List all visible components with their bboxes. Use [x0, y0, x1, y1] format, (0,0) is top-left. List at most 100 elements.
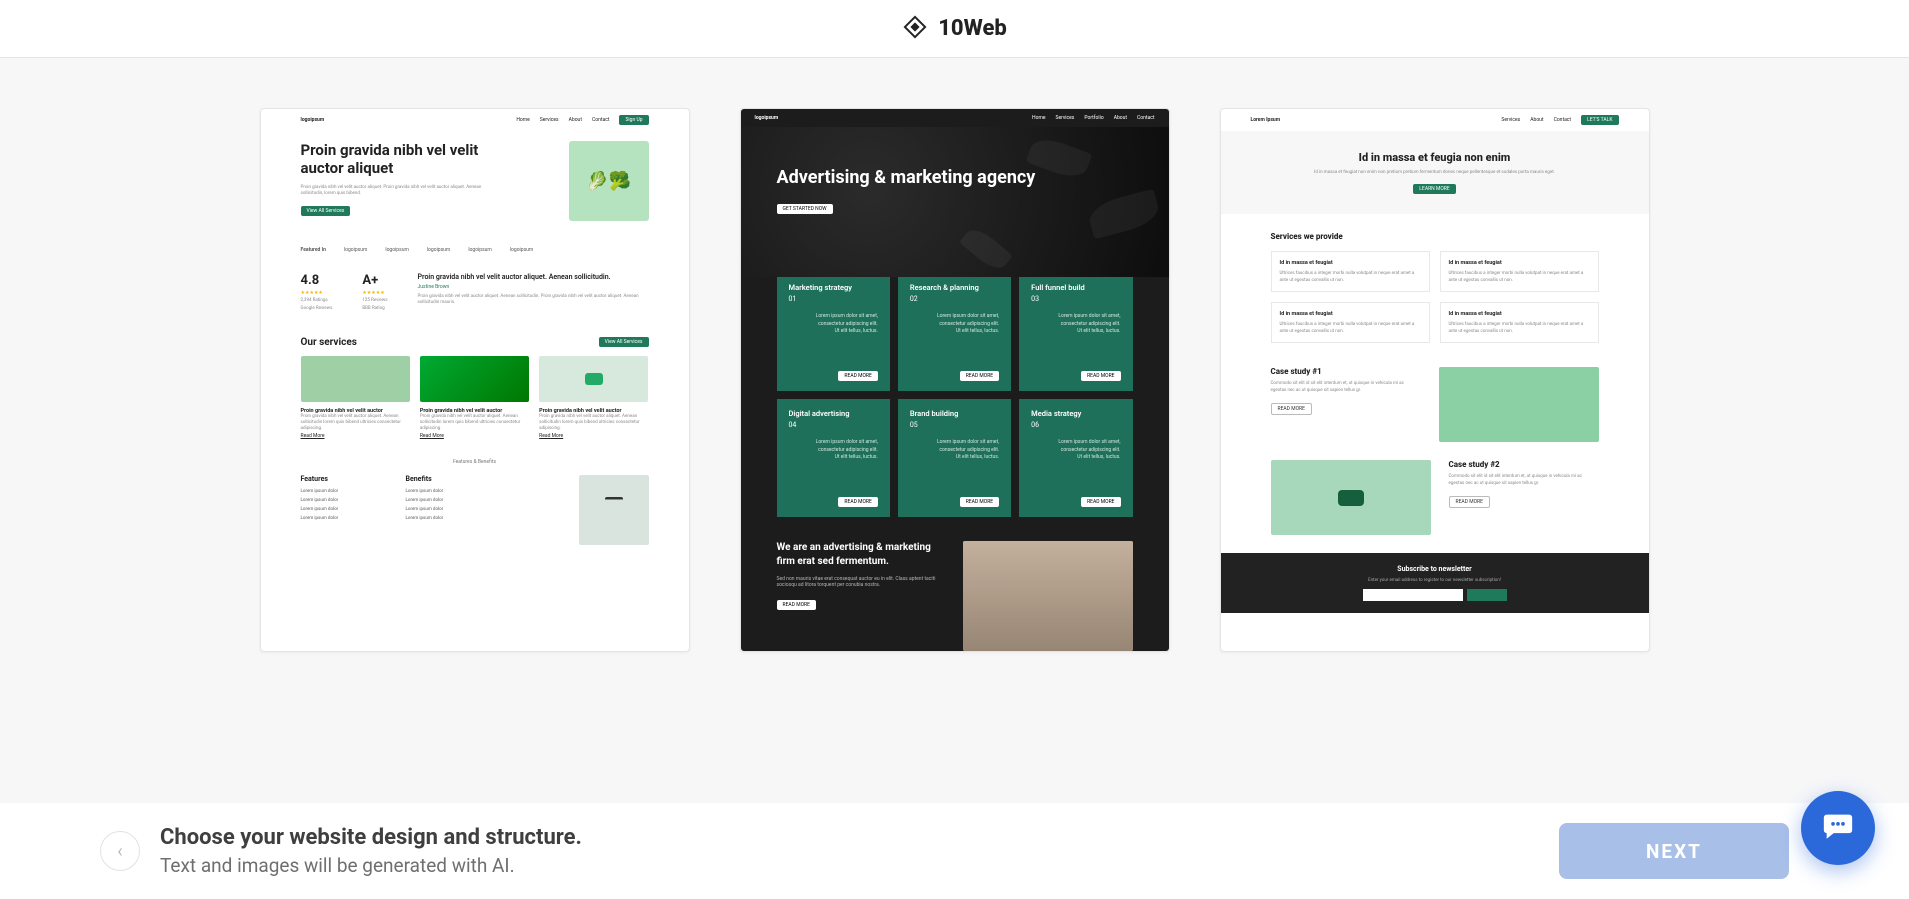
t3-cs1-image — [1439, 367, 1599, 442]
leaf-decoration — [959, 224, 1013, 275]
t2-card-body: Lorem ipsum dolor sit amet, consectetur … — [789, 313, 878, 336]
t2-nav-item: Portfolio — [1084, 115, 1103, 121]
t1-rating-count: 2,394 Ratings — [301, 298, 333, 304]
t1-services-title: Our services — [301, 337, 357, 348]
t2-card: Media strategy 06 Lorem ipsum dolor sit am… — [1019, 399, 1132, 517]
t2-card-body: Lorem ipsum dolor sit amet, consectetur … — [910, 313, 999, 336]
t1-service-image — [301, 356, 410, 402]
t3-hero-title: Id in massa et feugia non enim — [1271, 151, 1599, 164]
t3-hero-sub: Id in massa et feugiat non enim non pret… — [1271, 170, 1599, 176]
t2-nav-item: Home — [1032, 115, 1045, 121]
t2-card: Research & planning02Lorem ipsum dolor s… — [898, 273, 1011, 391]
t3-nav-item: About — [1530, 117, 1543, 123]
t1-testimonial-body: Proin gravida nibh vel velit auctor aliq… — [418, 294, 649, 307]
t1-featured-logo: logoipsum — [427, 247, 450, 253]
t1-featured-logo: logoipsum — [510, 247, 533, 253]
t1-benefit-item: Lorem ipsum dolor — [406, 516, 491, 521]
t3-cs1-title: Case study #1 — [1271, 367, 1421, 376]
t1-service-title: Proin gravida nibh vel velit auctor — [301, 408, 383, 414]
t1-service-body: Proin gravida nibh vel velit auctor aliq… — [539, 414, 648, 433]
t3-cs-cta: READ MORE — [1271, 403, 1312, 415]
t1-nav-item: Home — [516, 117, 529, 123]
t1-grade: A+ — [362, 273, 387, 288]
chat-launcher-button[interactable] — [1801, 791, 1875, 865]
t2-card: Marketing strategy01Lorem ipsum dolor si… — [777, 273, 890, 391]
chat-bubble-icon — [1821, 809, 1855, 847]
brand-logo-icon — [902, 14, 928, 44]
template-card-1[interactable]: logoipsum Home Services About Contact Si… — [260, 108, 690, 652]
t1-feature-item: Lorem ipsum dolor — [301, 516, 386, 521]
t1-benefit-item: Lorem ipsum dolor — [406, 507, 491, 512]
t2-card-num: 04 — [789, 421, 878, 429]
t3-cs-body: Commodo sit elit id sit elit interdum et… — [1449, 474, 1599, 488]
wizard-footer: ‹ Choose your website design and structu… — [0, 803, 1909, 899]
t3-nav-item: Contact — [1554, 117, 1571, 123]
t1-features-title: Features — [301, 475, 386, 483]
t3-cs2-title: Case study #2 — [1449, 460, 1599, 469]
star-icon: ★★★★★ — [301, 290, 333, 296]
back-button[interactable]: ‹ — [100, 831, 140, 871]
t1-grade-source: BBB Rating — [362, 306, 387, 312]
t2-card-body: Lorem ipsum dolor sit amet, consectetur … — [1031, 313, 1120, 336]
t3-news-sub: Enter your email address to register to … — [1233, 578, 1637, 583]
t1-service-image — [420, 356, 529, 402]
t1-hero-cta: View All Services — [301, 206, 351, 216]
t2-card-title: Full funnel build — [1031, 283, 1120, 292]
t3-service-title: Id in massa et feugiat — [1280, 260, 1421, 266]
t1-nav-item: Services — [540, 117, 559, 123]
t1-featured-logo: logoipsum — [385, 247, 408, 253]
t2-about-cta: READ MORE — [777, 600, 816, 610]
t3-service-item: Id in massa et feugiatUltrices faucibus … — [1440, 302, 1599, 343]
t2-card-cta: READ MORE — [960, 497, 999, 507]
t3-service-item: Id in massa et feugiatUltrices faucibus … — [1440, 251, 1599, 292]
t3-cs-cta: READ MORE — [1449, 496, 1490, 508]
t2-card-cta: READ MORE — [838, 497, 877, 507]
next-button-label: NEXT — [1646, 840, 1702, 863]
t1-fb-label: Features & Benefits — [301, 459, 649, 465]
t2-card-cta: READ MORE — [1081, 371, 1120, 381]
t3-news-email-input — [1363, 589, 1463, 601]
t1-service-image — [539, 356, 648, 402]
t2-card: Digital advertising04Lorem ipsum dolor s… — [777, 399, 890, 517]
t1-service-title: Proin gravida nibh vel velit auctor — [539, 408, 621, 414]
step-subheading: Text and images will be generated with A… — [160, 854, 582, 877]
t1-testimonial-name: Justine Brown — [418, 284, 649, 290]
t3-hero-cta: LEARN MORE — [1413, 184, 1455, 194]
t3-cta: LET'S TALK — [1581, 115, 1618, 125]
leaf-decoration — [1085, 189, 1161, 240]
t1-hero-sub: Proin gravida nibh vel velit auctor aliq… — [301, 185, 492, 198]
template-card-3[interactable]: Lorem Ipsum Services About Contact LET'S… — [1220, 108, 1650, 652]
t1-nav-item: Contact — [592, 117, 609, 123]
t3-services-title: Services we provide — [1271, 232, 1599, 241]
t2-about-body: Sed non mauris vitae erat consequat auct… — [777, 576, 945, 588]
t3-logo: Lorem Ipsum — [1251, 117, 1281, 123]
next-button[interactable]: NEXT — [1559, 823, 1789, 879]
t2-card-body: Lorem ipsum dolor sit amet, consectetur … — [1031, 439, 1120, 462]
star-icon: ★★★★★ — [362, 290, 387, 296]
t2-card-num: 05 — [910, 421, 999, 429]
t1-logo: logoipsum — [301, 117, 325, 123]
t2-card-cta: READ MORE — [960, 371, 999, 381]
t3-news-title: Subscribe to newsletter — [1233, 565, 1637, 573]
t3-service-body: Ultrices faucibus a integer morbi nulla … — [1449, 271, 1584, 283]
t2-nav-item: Services — [1056, 115, 1075, 121]
t1-signup: Sign Up — [619, 115, 648, 125]
t1-service-body: Proin gravida nibh vel velit auctor aliq… — [301, 414, 410, 433]
t3-service-body: Ultrices faucibus a integer morbi nulla … — [1280, 271, 1415, 283]
t1-benefits-title: Benefits — [406, 475, 491, 483]
t1-rating-score: 4.8 — [301, 273, 333, 288]
t3-nav-item: Services — [1501, 117, 1520, 123]
t1-hero-title: Proin gravida nibh vel velit auctor aliq… — [301, 141, 492, 177]
t1-nav-item: About — [569, 117, 582, 123]
t1-benefit-item: Lorem ipsum dolor — [406, 498, 491, 503]
chevron-left-icon: ‹ — [117, 841, 122, 862]
t2-card-num: 06 — [1031, 421, 1120, 429]
template-card-2[interactable]: logoipsum Home Services Portfolio About … — [740, 108, 1170, 652]
t2-card-title: Digital advertising — [789, 409, 878, 418]
t2-card-title: Media strategy — [1031, 409, 1120, 418]
t2-card-title: Brand building — [910, 409, 999, 418]
t1-service-body: Proin gravida nibh vel velit auctor aliq… — [420, 414, 529, 433]
t1-hero-image: 🥬🥦 — [569, 141, 649, 221]
t2-card-num: 01 — [789, 295, 878, 303]
t1-fb-image — [579, 475, 649, 545]
